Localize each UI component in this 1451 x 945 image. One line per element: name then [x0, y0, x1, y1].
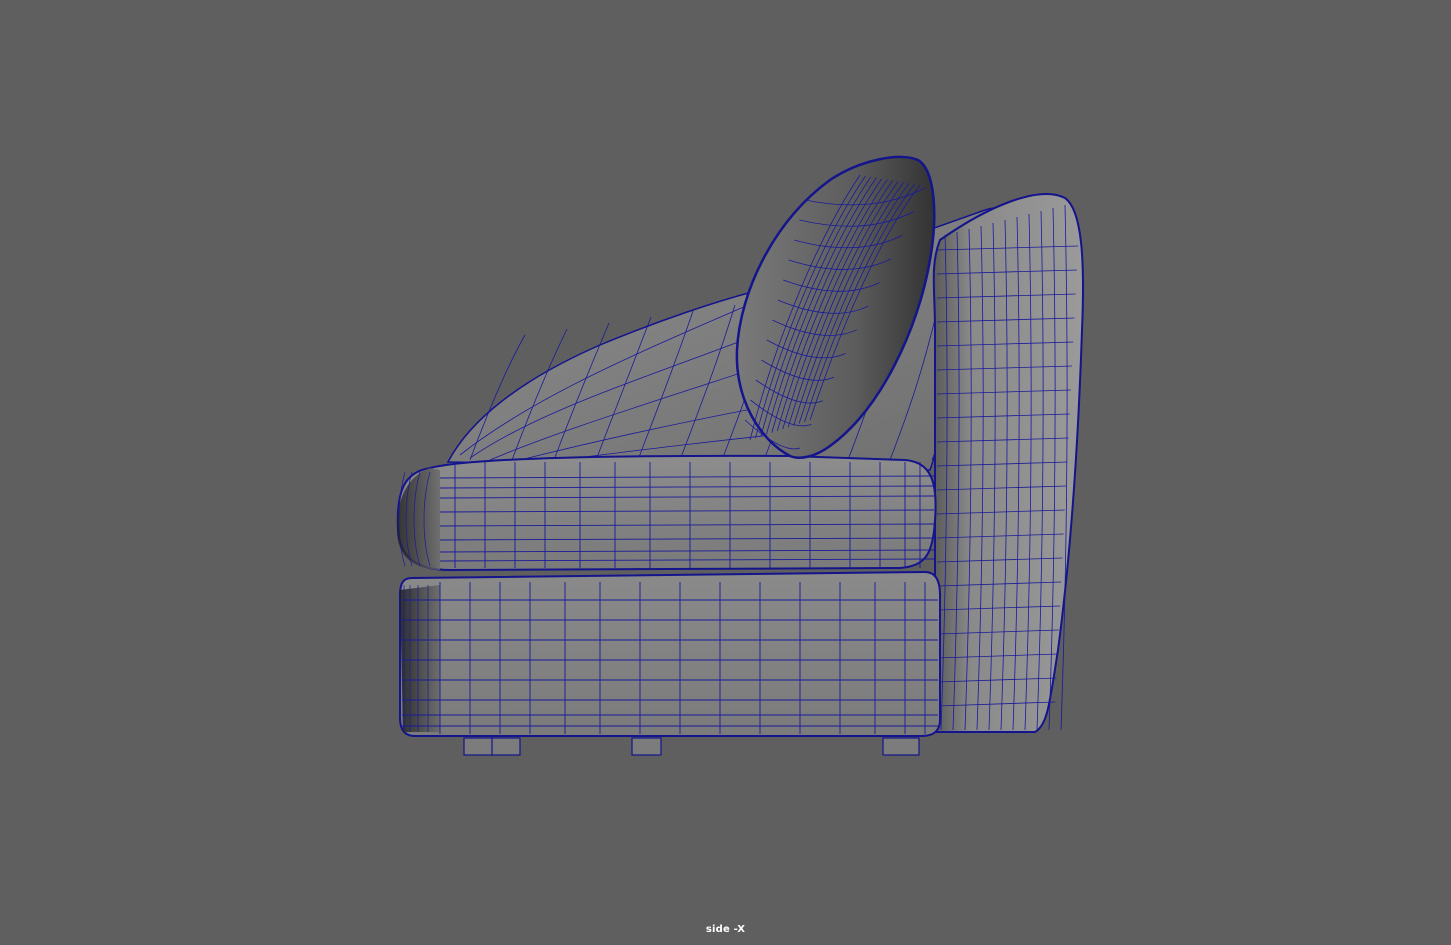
backrest-panel: [932, 193, 1084, 733]
leg: [882, 737, 920, 756]
viewport-panel[interactable]: side -X: [0, 0, 1451, 945]
leg: [463, 737, 495, 756]
seat-cushion: [396, 454, 937, 572]
leg: [631, 737, 662, 756]
base-block: [399, 570, 941, 737]
leg: [491, 737, 521, 756]
legs: [463, 737, 920, 756]
camera-label: side -X: [705, 924, 746, 935]
armchair-model[interactable]: [0, 0, 1451, 945]
